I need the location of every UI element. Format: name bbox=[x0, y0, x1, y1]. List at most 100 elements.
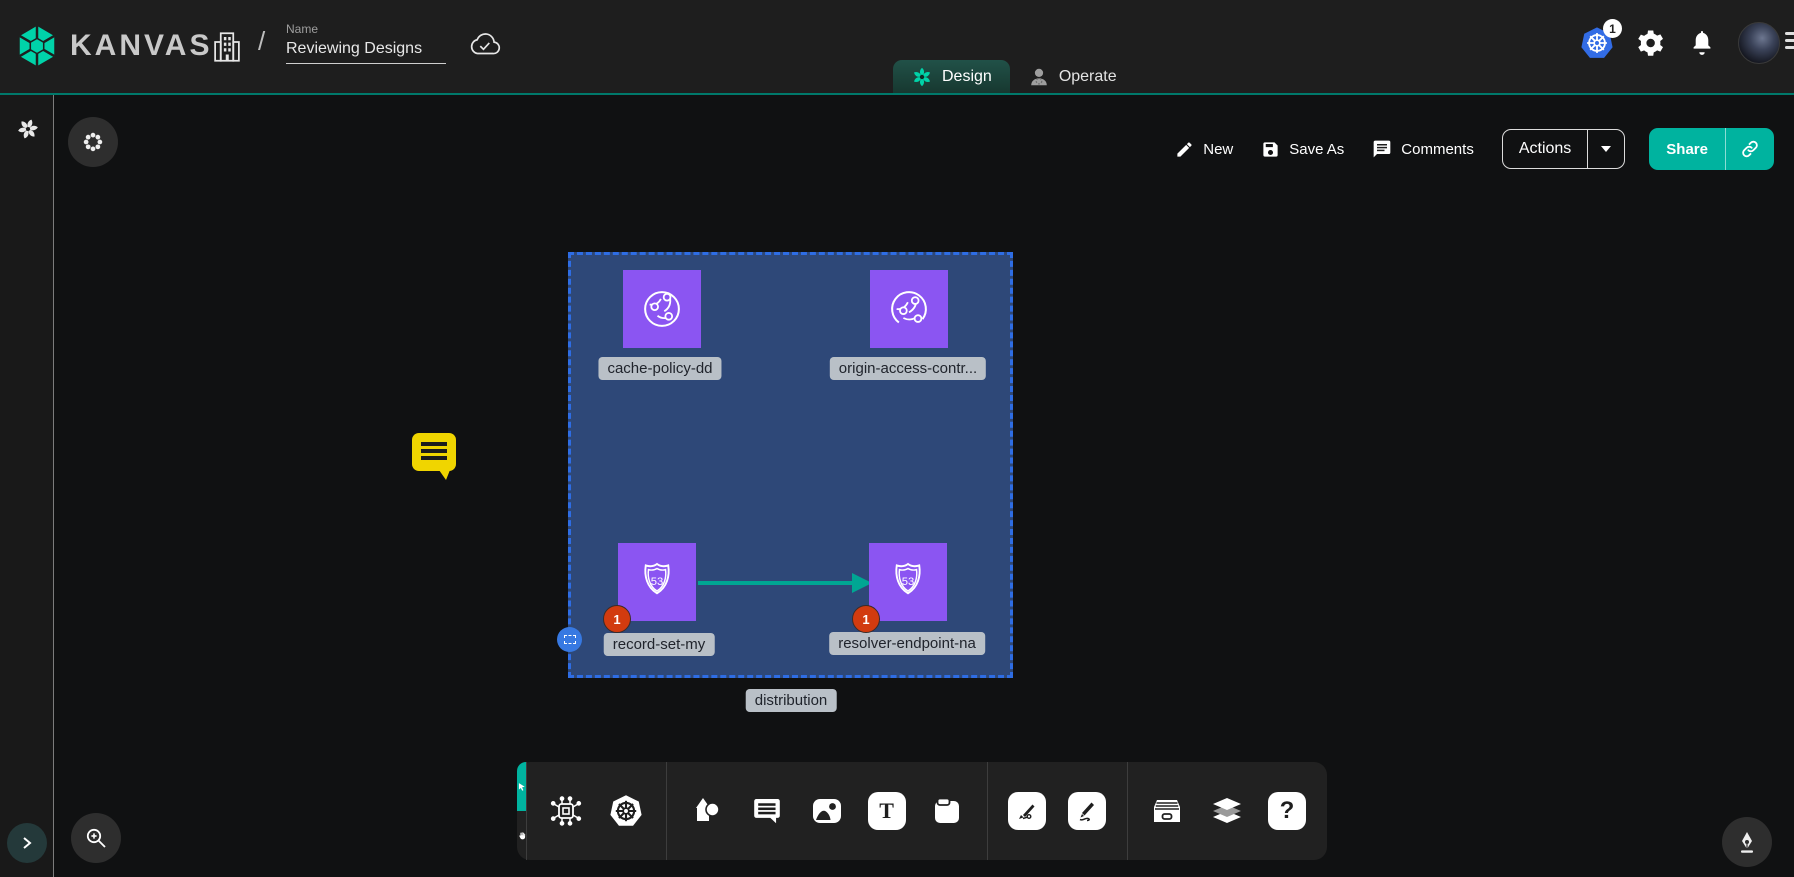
app-header: KANVAS / Name bbox=[0, 0, 1794, 93]
tab-design-label: Design bbox=[942, 68, 992, 86]
shapes-tool[interactable] bbox=[685, 789, 729, 833]
cursor-arrow-icon bbox=[517, 776, 526, 798]
comments-button[interactable]: Comments bbox=[1372, 139, 1474, 159]
node-label-resolver-endpoint[interactable]: resolver-endpoint-na bbox=[829, 632, 985, 655]
group-label-distribution[interactable]: distribution bbox=[746, 689, 837, 712]
node-record-set[interactable]: 53 bbox=[618, 543, 696, 621]
tab-operate[interactable]: Operate bbox=[1010, 60, 1135, 93]
brand-name: KANVAS bbox=[70, 29, 212, 63]
annotation-tools: T bbox=[667, 762, 987, 860]
kubernetes-tool[interactable] bbox=[604, 789, 648, 833]
design-swirl-icon bbox=[911, 66, 933, 88]
drawing-tools bbox=[987, 762, 1127, 860]
layers-tool[interactable] bbox=[1205, 789, 1249, 833]
menu-icon[interactable] bbox=[1785, 32, 1794, 49]
actions-dropdown-label: Actions bbox=[1503, 130, 1587, 168]
route53-number: 53 bbox=[651, 576, 664, 588]
node-resolver-endpoint[interactable]: 53 bbox=[869, 543, 947, 621]
header-accent-line bbox=[0, 93, 1794, 95]
operate-person-icon bbox=[1028, 66, 1050, 88]
pen-path-icon bbox=[1015, 799, 1039, 823]
copy-link-icon[interactable] bbox=[1725, 128, 1774, 170]
share-button-label: Share bbox=[1649, 128, 1725, 170]
meshery-swirl-icon[interactable] bbox=[16, 117, 40, 141]
shapes-icon bbox=[690, 794, 724, 828]
pen-nib-icon bbox=[1735, 830, 1759, 854]
design-actions-bar: New Save As Comments Actions Share bbox=[1175, 128, 1774, 170]
freehand-draw-tool[interactable] bbox=[1065, 789, 1109, 833]
header-right-controls: 1 bbox=[1580, 22, 1780, 64]
expand-sidebar-button[interactable] bbox=[7, 823, 47, 863]
text-tool-glyph: T bbox=[868, 792, 906, 830]
comment-marker[interactable] bbox=[412, 433, 456, 471]
left-sidebar bbox=[0, 95, 54, 877]
pan-hand-tool[interactable] bbox=[517, 811, 526, 860]
organization-building-icon[interactable] bbox=[212, 30, 242, 64]
notifications-bell-icon[interactable] bbox=[1688, 28, 1716, 58]
text-tool[interactable]: T bbox=[865, 789, 909, 833]
pencil-icon bbox=[1175, 140, 1194, 159]
chevron-right-icon bbox=[20, 836, 34, 850]
user-avatar[interactable] bbox=[1738, 22, 1780, 64]
cloudfront-globe-icon bbox=[882, 282, 936, 336]
comment-tool[interactable] bbox=[745, 789, 789, 833]
node-badge-resolver-endpoint[interactable]: 1 bbox=[852, 605, 880, 633]
select-cursor-tool[interactable] bbox=[517, 762, 526, 811]
library-tools: ? bbox=[1127, 762, 1327, 860]
pen-path-chip bbox=[1008, 792, 1046, 830]
freehand-draw-icon bbox=[1075, 799, 1099, 823]
hand-icon bbox=[517, 824, 526, 848]
edge-record-set-to-resolver[interactable] bbox=[696, 570, 876, 596]
design-name-input[interactable] bbox=[286, 36, 446, 64]
drawer-icon bbox=[1149, 794, 1185, 828]
infra-tools bbox=[526, 762, 666, 860]
route53-number: 53 bbox=[902, 576, 915, 588]
help-tool[interactable]: ? bbox=[1265, 789, 1309, 833]
image-icon bbox=[810, 794, 844, 828]
whirligig-button[interactable] bbox=[68, 117, 118, 167]
cloud-synced-icon bbox=[466, 30, 502, 58]
layers-icon bbox=[1209, 793, 1245, 829]
image-tool[interactable] bbox=[805, 789, 849, 833]
kanvas-logo[interactable]: KANVAS bbox=[14, 23, 212, 69]
drawer-tool[interactable] bbox=[1145, 789, 1189, 833]
node-label-cache-policy[interactable]: cache-policy-dd bbox=[598, 357, 721, 380]
save-as-button-label: Save As bbox=[1289, 141, 1344, 158]
share-button[interactable]: Share bbox=[1649, 128, 1774, 170]
whirligig-flower-icon bbox=[82, 131, 104, 153]
comments-button-label: Comments bbox=[1401, 141, 1474, 158]
caret-down-icon[interactable] bbox=[1587, 130, 1624, 168]
freehand-chip bbox=[1068, 792, 1106, 830]
name-field-label: Name bbox=[286, 22, 446, 36]
kanvas-hexagon-icon bbox=[14, 23, 60, 69]
new-button-label: New bbox=[1203, 141, 1233, 158]
node-cache-policy[interactable] bbox=[623, 270, 701, 348]
kubernetes-helm-icon bbox=[608, 793, 644, 829]
actions-dropdown[interactable]: Actions bbox=[1502, 129, 1625, 169]
comment-icon bbox=[751, 795, 783, 827]
save-as-button[interactable]: Save As bbox=[1261, 140, 1344, 159]
new-button[interactable]: New bbox=[1175, 140, 1233, 159]
node-badge-record-set[interactable]: 1 bbox=[603, 605, 631, 633]
node-label-record-set[interactable]: record-set-my bbox=[604, 633, 715, 656]
tab-design[interactable]: Design bbox=[893, 60, 1010, 93]
group-selection-handle[interactable] bbox=[557, 627, 582, 652]
node-label-origin-access-control[interactable]: origin-access-contr... bbox=[830, 357, 986, 380]
node-origin-access-control[interactable] bbox=[870, 270, 948, 348]
component-chip-tool[interactable] bbox=[544, 789, 588, 833]
canvas-toolbar: T bbox=[517, 762, 1327, 860]
kubernetes-count-badge: 1 bbox=[1603, 19, 1622, 38]
kubernetes-context-button[interactable]: 1 bbox=[1580, 26, 1614, 60]
design-pen-button[interactable] bbox=[1722, 817, 1772, 867]
tab-operate-label: Operate bbox=[1059, 68, 1117, 86]
note-icon bbox=[930, 794, 964, 828]
route53-shield-icon: 53 bbox=[881, 555, 935, 609]
settings-gear-icon[interactable] bbox=[1636, 28, 1666, 58]
pen-path-tool[interactable] bbox=[1005, 789, 1049, 833]
note-tool[interactable] bbox=[925, 789, 969, 833]
help-glyph: ? bbox=[1268, 792, 1306, 830]
comment-marker-lines bbox=[421, 442, 447, 460]
comments-icon bbox=[1372, 139, 1392, 159]
zoom-in-icon bbox=[84, 826, 108, 850]
zoom-in-button[interactable] bbox=[71, 813, 121, 863]
